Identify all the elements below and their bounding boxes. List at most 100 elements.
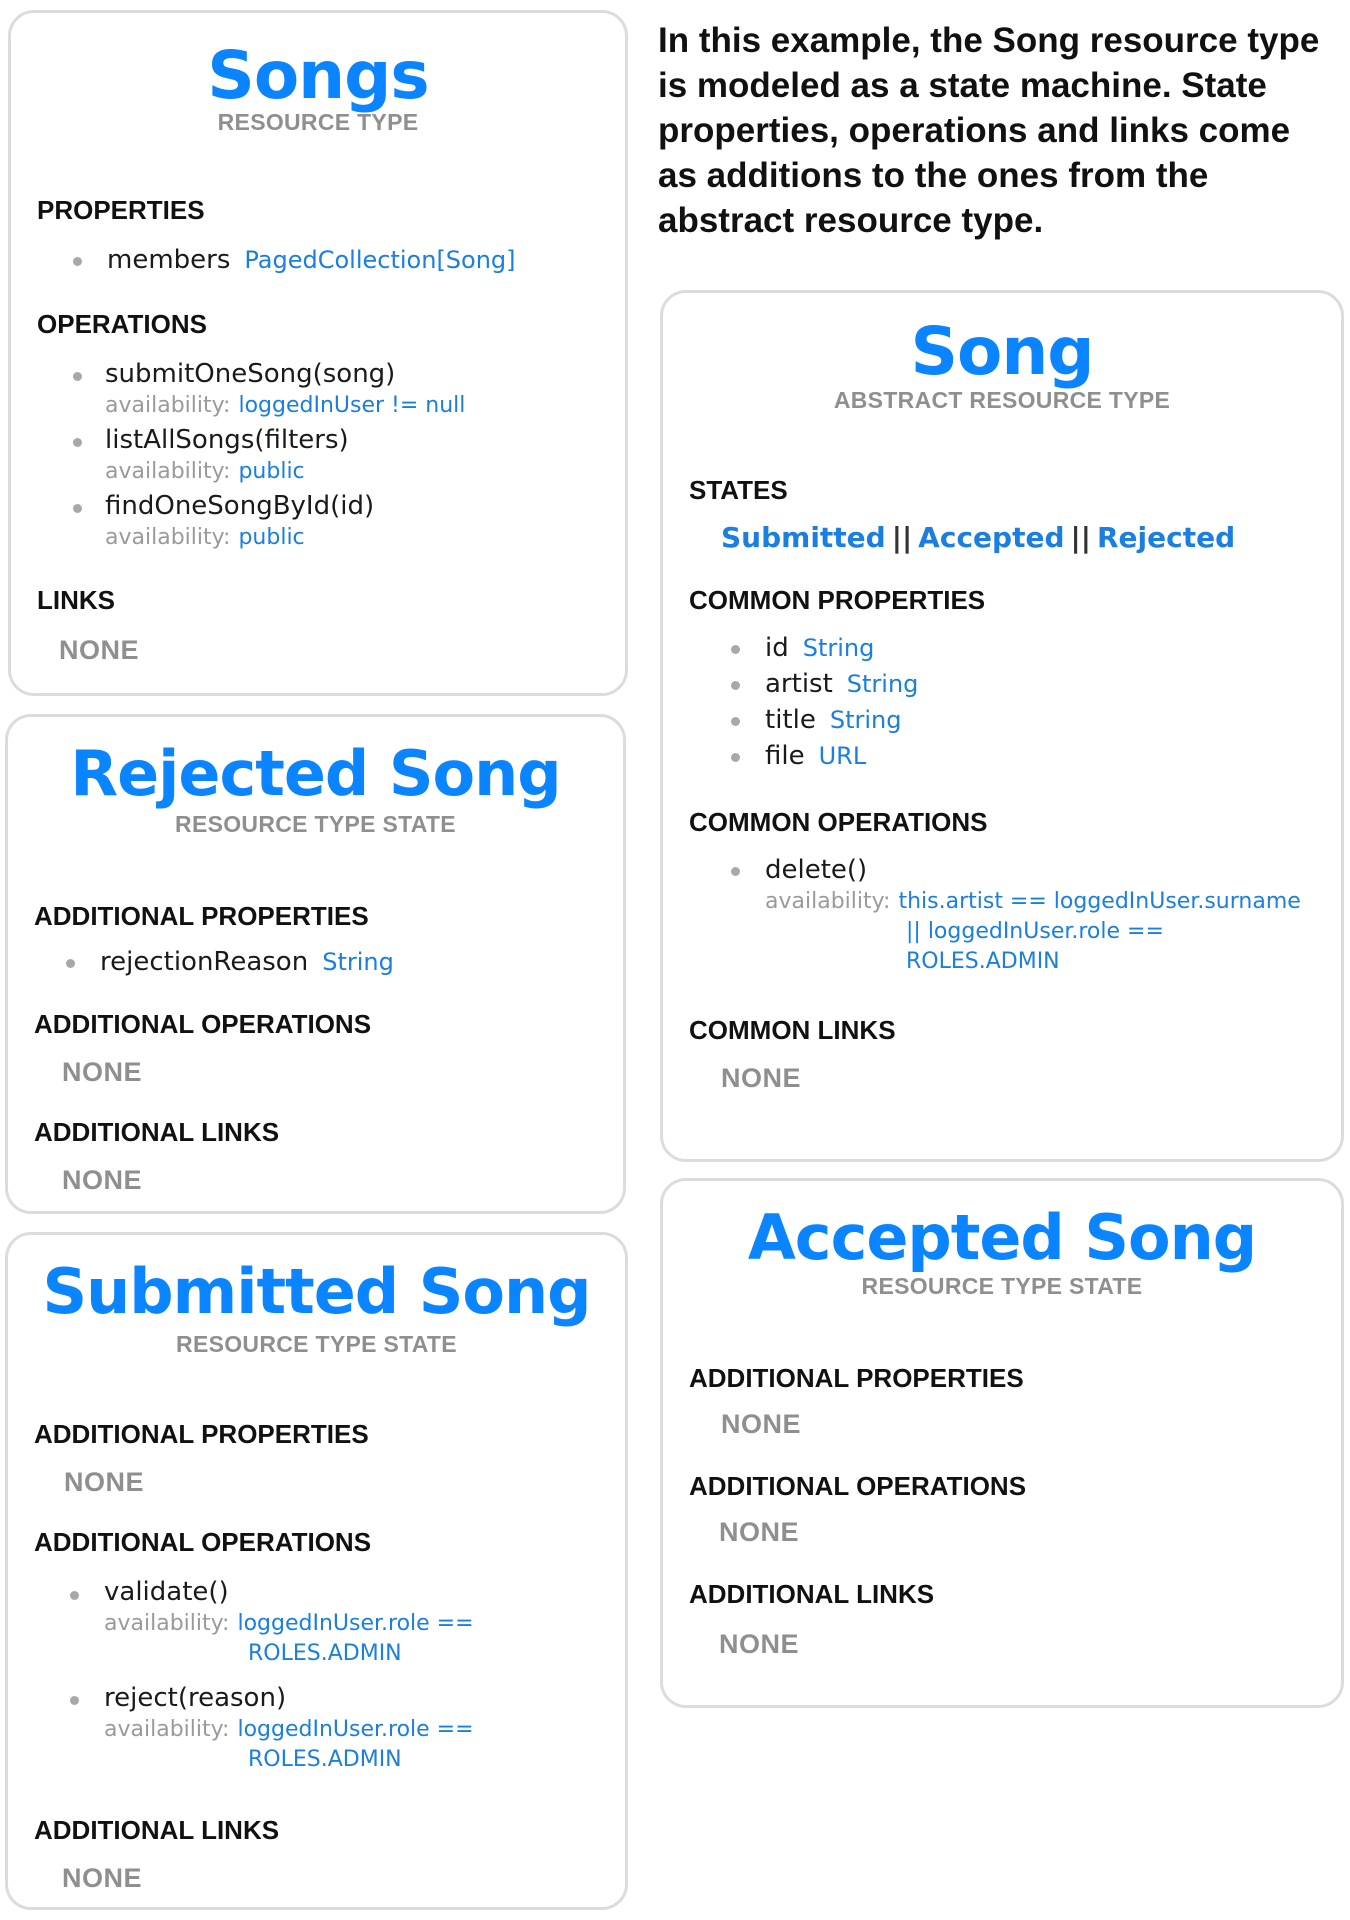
operation-name: submitOneSong(song) [105,359,396,389]
property-name: title [765,705,816,735]
bullet [73,257,82,266]
bullet [73,504,82,513]
availability-value: loggedInUser.role == [237,1611,474,1636]
properties-value: NONE [721,1409,802,1439]
properties-value: NONE [64,1467,145,1497]
bullet [70,1696,79,1705]
operation-availability: availability: public [105,525,305,550]
property-item: id String [765,633,874,663]
operations-heading: ADDITIONAL OPERATIONS [34,1527,372,1557]
card-subtitle: RESOURCE TYPE STATE [861,1273,1143,1299]
bullet [731,753,740,762]
links-value: NONE [62,1863,143,1893]
operations-heading: ADDITIONAL OPERATIONS [34,1009,372,1039]
availability-label: availability: [104,1611,230,1636]
card-title: Song [910,313,1094,390]
availability-label: availability: [105,459,231,484]
availability-continuation: || loggedInUser.role == [906,919,1164,944]
property-type: String [829,706,902,734]
availability-label: availability: [105,393,231,418]
rejected-song-card: Rejected Song RESOURCE TYPE STATE ADDITI… [5,714,626,1214]
state-separator: || [891,521,913,554]
availability-label: availability: [104,1717,230,1742]
links-value: NONE [719,1629,800,1659]
availability-continuation: ROLES.ADMIN [248,1641,402,1666]
property-item: rejectionReason String [100,947,394,977]
links-heading: ADDITIONAL LINKS [689,1579,935,1609]
song-card: Song ABSTRACT RESOURCE TYPE STATES Submi… [660,290,1344,1162]
bullet [731,645,740,654]
operation-availability: availability: loggedInUser != null [105,393,465,418]
operation-availability: availability: this.artist == loggedInUser… [765,889,1301,914]
operation-name: delete() [765,855,868,885]
property-type: PagedCollection[Song] [244,246,516,274]
operation-availability: availability: public [105,459,305,484]
card-title: Submitted Song [42,1255,591,1328]
states-list: Submitted || Accepted || Rejected [721,521,1235,554]
properties-heading: ADDITIONAL PROPERTIES [689,1363,1024,1393]
property-type: URL [818,742,867,770]
operations-heading: COMMON OPERATIONS [689,807,988,837]
availability-value: this.artist == loggedInUser.surname [898,889,1301,914]
availability-value: public [238,525,305,550]
operation-name: findOneSongById(id) [105,491,375,521]
property-name: id [765,633,789,663]
bullet [66,959,75,968]
operation-name: listAllSongs(filters) [105,425,349,455]
bullet [731,867,740,876]
property-type: String [846,670,919,698]
card-title: Accepted Song [747,1201,1257,1274]
card-subtitle: ABSTRACT RESOURCE TYPE [833,387,1171,413]
availability-label: availability: [765,889,891,914]
operations-value: NONE [62,1057,143,1087]
links-value: NONE [62,1165,143,1195]
properties-heading: PROPERTIES [37,195,205,225]
bullet [731,681,740,690]
card-subtitle: RESOURCE TYPE STATE [175,811,456,837]
submitted-song-card: Submitted Song RESOURCE TYPE STATE ADDIT… [5,1232,628,1910]
properties-heading: ADDITIONAL PROPERTIES [34,1419,369,1449]
property-item: artist String [765,669,918,699]
properties-heading: ADDITIONAL PROPERTIES [34,901,369,931]
property-type: String [322,948,394,976]
links-heading: ADDITIONAL LINKS [34,1815,280,1845]
bullet [731,717,740,726]
properties-heading: COMMON PROPERTIES [689,585,986,615]
bullet [73,372,82,381]
availability-value: loggedInUser != null [238,393,466,418]
links-heading: ADDITIONAL LINKS [34,1117,280,1147]
operation-name: validate() [104,1577,229,1607]
operations-heading: ADDITIONAL OPERATIONS [689,1471,1027,1501]
state-submitted: Submitted [721,521,886,554]
property-name: rejectionReason [100,947,309,977]
state-accepted: Accepted [918,521,1065,554]
state-rejected: Rejected [1096,521,1236,554]
state-separator: || [1070,521,1091,554]
card-subtitle: RESOURCE TYPE STATE [176,1331,457,1357]
property-item: title String [765,705,901,735]
links-value: NONE [721,1063,802,1093]
property-item: members PagedCollection[Song] [107,245,516,275]
availability-value: loggedInUser.role == [237,1717,474,1742]
card-title: Songs [207,37,429,114]
property-type: String [802,634,875,662]
property-name: artist [765,669,833,699]
links-heading: COMMON LINKS [689,1015,896,1045]
songs-card: Songs RESOURCE TYPE PROPERTIES members Pa… [8,10,628,696]
intro-text: In this example, the Song resource type … [658,21,1320,240]
availability-value: public [238,459,305,484]
operation-name: reject(reason) [104,1683,287,1713]
availability-continuation: ROLES.ADMIN [248,1747,402,1772]
bullet [73,438,82,447]
card-title: Rejected Song [70,737,561,810]
operations-heading: OPERATIONS [37,309,207,339]
bullet [70,1591,79,1600]
property-item: file URL [765,741,866,771]
property-name: file [765,741,805,771]
operation-availability: availability: loggedInUser.role == [104,1717,474,1742]
operation-availability: availability: loggedInUser.role == [104,1611,474,1636]
property-name: members [107,245,231,275]
availability-label: availability: [105,525,231,550]
accepted-song-card: Accepted Song RESOURCE TYPE STATE ADDITI… [660,1178,1344,1708]
links-value: NONE [59,635,140,665]
